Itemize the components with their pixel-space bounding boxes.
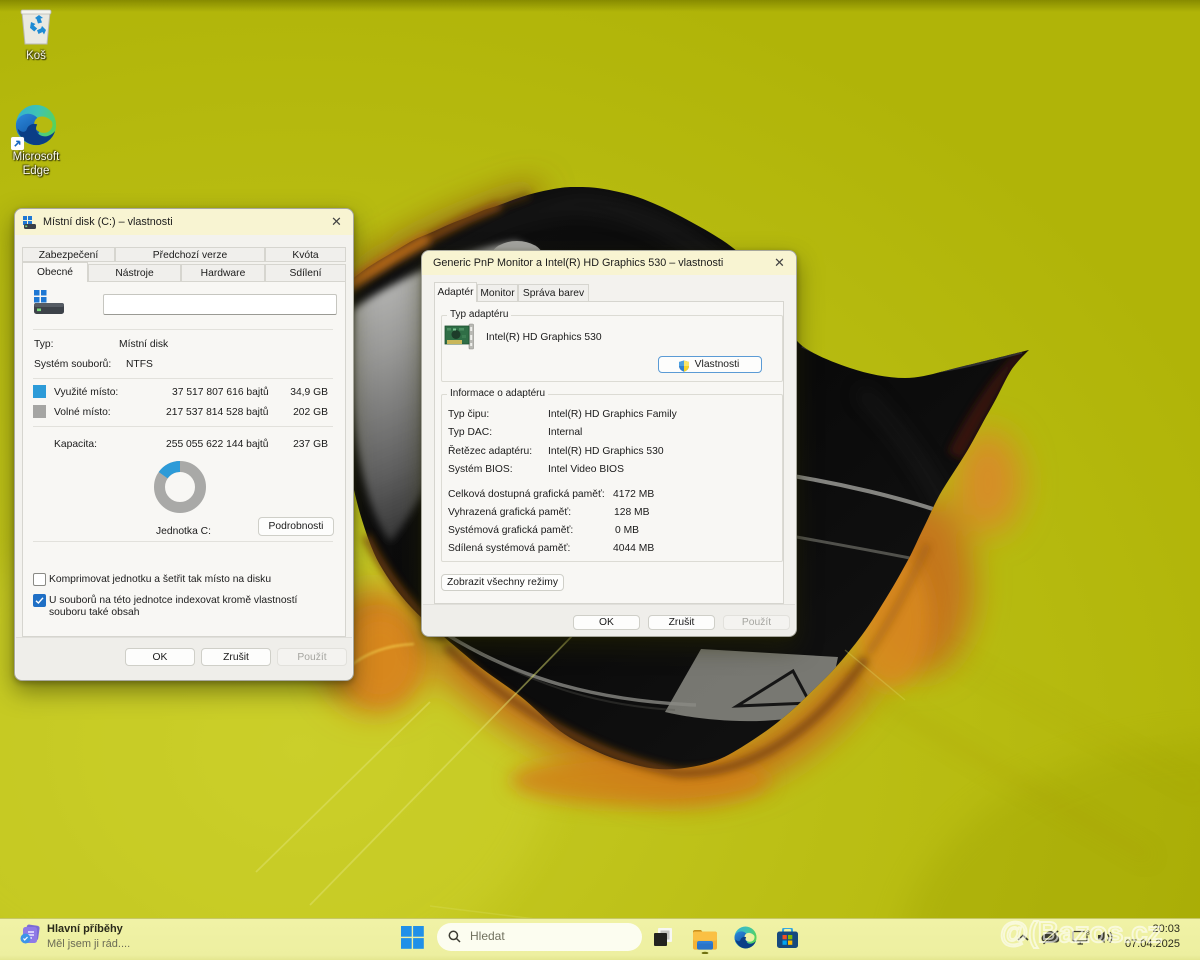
svg-text:@(Bazos.cz: @(Bazos.cz xyxy=(1000,917,1162,949)
